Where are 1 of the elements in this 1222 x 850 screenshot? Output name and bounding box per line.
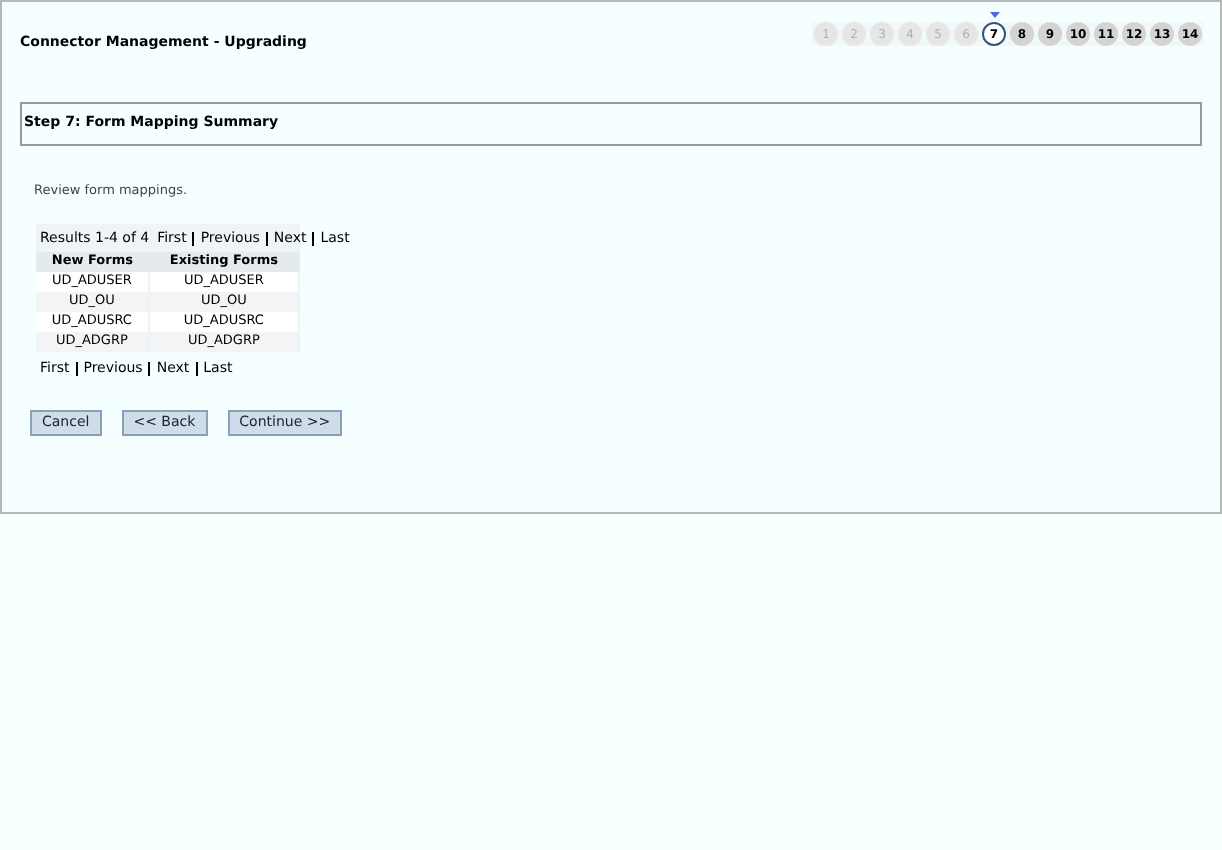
marker-icon [990,12,1000,18]
